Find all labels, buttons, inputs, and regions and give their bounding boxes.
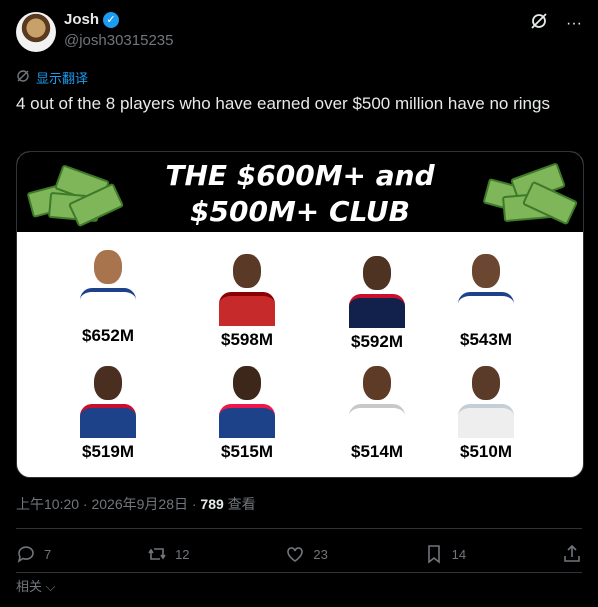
reply-count: 7 <box>44 546 52 562</box>
player-photo <box>80 244 136 322</box>
reply-button[interactable]: 7 <box>16 544 51 564</box>
player-earnings: $592M <box>351 332 403 351</box>
player-photo <box>458 248 514 326</box>
translate-label: 显示翻译 <box>36 71 89 86</box>
player-photo <box>219 248 275 326</box>
bookmark-icon <box>427 545 440 564</box>
player-earnings: $543M <box>460 330 512 349</box>
player-earnings: $652M <box>82 326 134 345</box>
reply-icon <box>17 546 34 563</box>
image-banner: THE $600M+ and $500M+ CLUB <box>17 152 583 232</box>
more-options-icon[interactable]: ··· <box>566 15 582 33</box>
player-card: $519M <box>48 360 168 462</box>
player-card: $652M <box>48 244 168 346</box>
avatar[interactable] <box>16 12 56 52</box>
tweet-image[interactable]: THE $600M+ and $500M+ CLUB $652M $598M $… <box>16 151 584 478</box>
player-card: $514M <box>317 360 437 462</box>
player-earnings: $510M <box>460 442 512 461</box>
share-icon <box>564 544 580 562</box>
retweet-count: 12 <box>175 546 190 562</box>
tweet-meta: 上午10:20 · 2026年9月28日 · 789 查看 <box>16 494 256 514</box>
related-label: 相关 <box>16 579 43 594</box>
player-photo <box>80 360 136 438</box>
like-count: 23 <box>313 546 328 562</box>
action-bar: 7 12 23 14 <box>16 540 582 568</box>
translate-icon <box>16 69 30 86</box>
player-earnings: $515M <box>221 442 273 461</box>
player-photo <box>349 250 405 328</box>
money-stack-right-icon <box>482 162 579 226</box>
author-handle[interactable]: @josh30315235 <box>64 32 173 49</box>
views-label[interactable]: 查看 <box>224 496 256 512</box>
retweet-icon <box>148 548 166 560</box>
player-card: $515M <box>187 360 307 462</box>
tweet-text: 4 out of the 8 players who have earned o… <box>16 94 550 113</box>
divider <box>16 528 582 529</box>
player-photo <box>219 360 275 438</box>
player-card: $510M <box>426 360 546 462</box>
player-earnings: $598M <box>221 330 273 349</box>
tweet-header: Josh ✓ @josh30315235 ··· <box>16 10 582 56</box>
view-count: 789 <box>200 496 224 512</box>
author-name[interactable]: Josh <box>64 11 99 28</box>
tweet-timestamp[interactable]: 上午10:20 · 2026年9月28日 · <box>16 496 200 512</box>
player-card: $543M <box>426 248 546 350</box>
players-grid: $652M $598M $592M $543M $519M $515M $514… <box>17 232 583 477</box>
bookmark-button[interactable]: 14 <box>424 544 466 564</box>
like-button[interactable]: 23 <box>285 544 328 564</box>
grok-icon[interactable] <box>530 12 548 35</box>
player-earnings: $514M <box>351 442 403 461</box>
retweet-button[interactable]: 12 <box>147 544 190 564</box>
heart-icon <box>287 547 304 562</box>
player-card: $592M <box>317 250 437 352</box>
player-photo <box>458 360 514 438</box>
chevron-down-icon: ⌵ <box>42 579 56 594</box>
divider <box>16 572 582 573</box>
player-photo <box>349 360 405 438</box>
share-button[interactable] <box>562 544 582 564</box>
player-card: $598M <box>187 248 307 350</box>
related-toggle[interactable]: 相关 ⌵ <box>16 576 55 595</box>
verified-badge-icon: ✓ <box>103 11 120 28</box>
bookmark-count: 14 <box>451 546 467 562</box>
player-earnings: $519M <box>82 442 134 461</box>
show-translation-link[interactable]: 显示翻译 <box>16 68 88 87</box>
